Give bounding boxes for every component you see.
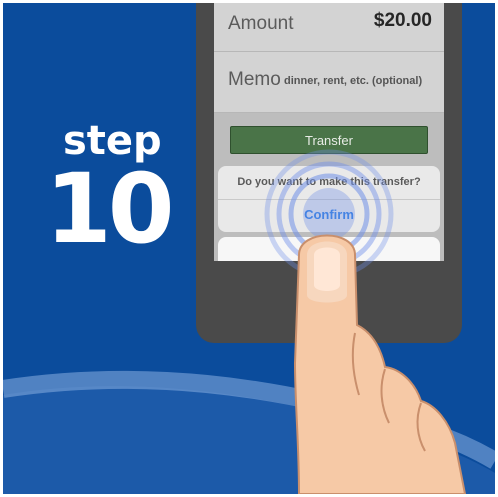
pointing-hand-icon <box>293 234 467 494</box>
tutorial-panel: step 10 Amount $20.00 Memo dinner, rent,… <box>3 3 495 494</box>
